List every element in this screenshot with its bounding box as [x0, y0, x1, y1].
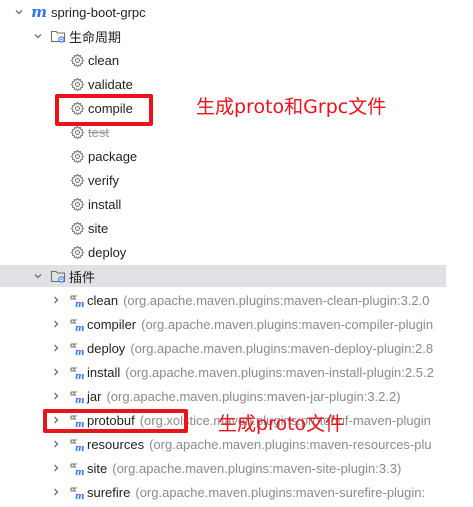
lifecycle-item[interactable]: package	[0, 145, 473, 167]
lifecycle-item-label: install	[88, 196, 122, 212]
plugins-folder-label: 插件	[69, 269, 96, 285]
svg-text:m: m	[75, 372, 84, 380]
plugin-item[interactable]: m compiler (org.apache.maven.plugins:maven…	[0, 313, 473, 335]
plugin-name: install	[87, 364, 121, 380]
lifecycle-item[interactable]: deploy	[0, 241, 473, 263]
plugins-folder-icon	[50, 268, 66, 284]
plugin-item[interactable]: m jar (org.apache.maven.plugins:maven-jar-…	[0, 385, 473, 407]
lifecycle-item[interactable]: clean	[0, 49, 473, 71]
compile-highlight-box	[55, 94, 153, 126]
gear-icon	[69, 172, 85, 188]
maven-icon: m	[31, 3, 47, 21]
chevron-down-icon[interactable]	[32, 270, 44, 282]
lifecycle-item-label: deploy	[88, 244, 127, 260]
lifecycle-item-label: validate	[88, 76, 133, 92]
gear-icon	[69, 124, 85, 140]
lifecycle-item[interactable]: verify	[0, 169, 473, 191]
chevron-right-icon[interactable]	[50, 462, 62, 474]
svg-text:m: m	[75, 444, 84, 452]
lifecycle-folder-row[interactable]: 生命周期	[0, 25, 473, 47]
chevron-right-icon[interactable]	[50, 294, 62, 306]
plugin-name: jar	[87, 388, 102, 404]
chevron-right-icon[interactable]	[50, 318, 62, 330]
plugin-coordinates: (org.apache.maven.plugins:maven-clean-pl…	[123, 292, 430, 308]
plugin-coordinates: (org.apache.maven.plugins:maven-surefire…	[135, 484, 426, 500]
chevron-right-icon[interactable]	[50, 438, 62, 450]
plugin-coordinates: (org.apache.maven.plugins:maven-jar-plug…	[106, 388, 401, 404]
plugin-item[interactable]: m deploy (org.apache.maven.plugins:maven-d…	[0, 337, 473, 359]
plugin-name: surefire	[87, 484, 131, 500]
plugin-item[interactable]: m install (org.apache.maven.plugins:maven-…	[0, 361, 473, 383]
protobuf-highlight-box	[43, 409, 188, 433]
plugin-icon: m	[68, 340, 84, 356]
svg-text:m: m	[75, 396, 84, 404]
lifecycle-item-label: test	[88, 124, 109, 140]
project-name: spring-boot-grpc	[51, 4, 146, 20]
lifecycle-item[interactable]: install	[0, 193, 473, 215]
lifecycle-folder-label: 生命周期	[69, 29, 122, 45]
plugin-icon: m	[68, 292, 84, 308]
gear-icon	[69, 52, 85, 68]
gear-icon	[69, 220, 85, 236]
project-row[interactable]: m spring-boot-grpc	[0, 1, 473, 23]
svg-text:m: m	[75, 492, 84, 500]
plugin-coordinates: (org.apache.maven.plugins:maven-deploy-p…	[130, 340, 434, 356]
plugin-icon: m	[68, 484, 84, 500]
lifecycle-folder-icon	[50, 28, 66, 44]
lifecycle-item-label: site	[88, 220, 109, 236]
plugin-name: compiler	[87, 316, 137, 332]
svg-text:m: m	[75, 468, 84, 476]
plugin-icon: m	[68, 436, 84, 452]
plugin-item[interactable]: m surefire (org.apache.maven.plugins:maven…	[0, 481, 473, 503]
chevron-right-icon[interactable]	[50, 486, 62, 498]
gear-icon	[69, 76, 85, 92]
chevron-down-icon[interactable]	[13, 6, 25, 18]
plugin-item[interactable]: m clean (org.apache.maven.plugins:maven-cl…	[0, 289, 473, 311]
plugin-coordinates: (org.apache.maven.plugins:maven-install-…	[125, 364, 434, 380]
plugin-name: site	[87, 460, 108, 476]
chevron-down-icon[interactable]	[32, 30, 44, 42]
svg-text:m: m	[75, 348, 84, 356]
svg-text:m: m	[75, 300, 84, 308]
plugins-folder-row[interactable]: 插件	[0, 265, 446, 287]
lifecycle-item-label: package	[88, 148, 138, 164]
lifecycle-item-label: clean	[88, 52, 120, 68]
plugin-name: deploy	[87, 340, 126, 356]
plugin-name: clean	[87, 292, 119, 308]
plugin-icon: m	[68, 460, 84, 476]
chevron-right-icon[interactable]	[50, 390, 62, 402]
compile-annotation: 生成proto和Grpc文件	[196, 96, 387, 118]
plugin-icon: m	[68, 316, 84, 332]
plugin-icon: m	[68, 364, 84, 380]
plugin-icon: m	[68, 388, 84, 404]
gear-icon	[69, 148, 85, 164]
plugin-coordinates: (org.apache.maven.plugins:maven-compiler…	[141, 316, 434, 332]
chevron-right-icon[interactable]	[50, 366, 62, 378]
plugin-item[interactable]: m site (org.apache.maven.plugins:maven-sit…	[0, 457, 473, 479]
plugin-coordinates: (org.apache.maven.plugins:maven-resource…	[149, 436, 432, 452]
plugin-coordinates: (org.apache.maven.plugins:maven-site-plu…	[112, 460, 402, 476]
plugin-name: resources	[87, 436, 145, 452]
protobuf-annotation: 生成proto文件	[218, 413, 345, 435]
gear-icon	[69, 244, 85, 260]
chevron-right-icon[interactable]	[50, 342, 62, 354]
plugin-item[interactable]: m resources (org.apache.maven.plugins:mave…	[0, 433, 473, 455]
svg-text:m: m	[75, 324, 84, 332]
maven-tool-window: m spring-boot-grpc 生命周期 clean validate com…	[0, 0, 473, 507]
lifecycle-item[interactable]: site	[0, 217, 473, 239]
lifecycle-item-label: verify	[88, 172, 120, 188]
gear-icon	[69, 196, 85, 212]
